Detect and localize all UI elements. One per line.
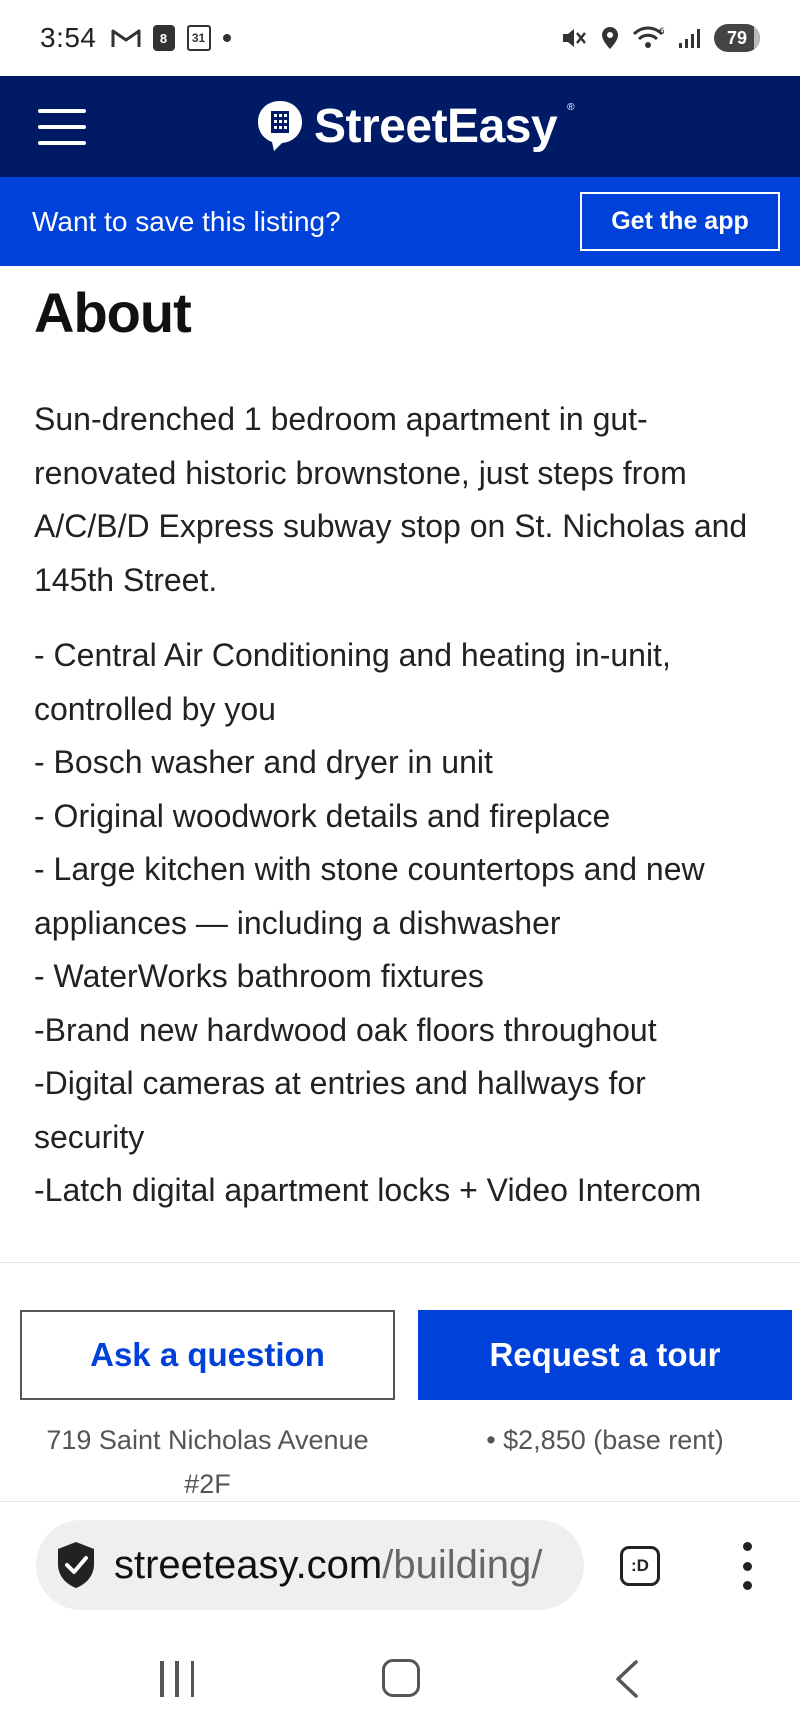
svg-text:6: 6 xyxy=(659,27,665,37)
about-section: About Sun-drenched 1 bedroom apartment i… xyxy=(34,266,764,1218)
unit-number: #2F xyxy=(184,1469,231,1499)
about-heading: About xyxy=(34,281,192,344)
listing-action-bar: Ask a question Request a tour 719 Saint … xyxy=(0,1262,800,1502)
notification-badge-icon: 8 xyxy=(152,25,175,51)
secure-shield-icon xyxy=(58,1542,94,1588)
home-icon[interactable] xyxy=(382,1659,420,1697)
address-bar[interactable]: streeteasy.com/building/ xyxy=(36,1520,584,1610)
listing-address: 719 Saint Nicholas Avenue #2F xyxy=(20,1418,395,1506)
feature-item: -Latch digital apartment locks + Video I… xyxy=(34,1172,702,1208)
save-listing-banner: Want to save this listing? Get the app xyxy=(0,177,800,266)
status-bar: 3:54 8 31 6 79 xyxy=(0,0,800,76)
site-header: StreetEasy ® xyxy=(0,76,800,177)
notification-icons: 8 31 xyxy=(111,25,231,51)
system-icons: 6 79 xyxy=(560,24,760,52)
feature-item: -Digital cameras at entries and hallways… xyxy=(34,1065,646,1155)
about-description: Sun-drenched 1 bedroom apartment in gut-… xyxy=(34,401,748,598)
feature-item: - Original woodwork details and fireplac… xyxy=(34,797,611,834)
feature-item: - Large kitchen with stone countertops a… xyxy=(34,851,705,941)
status-time: 3:54 xyxy=(40,22,97,53)
address-line: 719 Saint Nicholas Avenue xyxy=(46,1425,369,1455)
url-text: streeteasy.com/building/ xyxy=(114,1543,542,1588)
feature-item: -Brand new hardwood oak floors throughou… xyxy=(34,1011,657,1048)
building-bubble-icon xyxy=(258,101,302,151)
listing-price: • $2,850 (base rent) xyxy=(486,1425,724,1455)
system-navigation-bar xyxy=(0,1627,800,1733)
request-a-tour-button[interactable]: Request a tour xyxy=(418,1310,792,1400)
url-domain: streeteasy.com xyxy=(114,1542,383,1587)
feature-item: - WaterWorks bathroom fixtures xyxy=(34,958,484,994)
get-the-app-button[interactable]: Get the app xyxy=(580,192,780,251)
battery-icon: 79 xyxy=(714,24,760,52)
brand-name: StreetEasy xyxy=(314,99,558,153)
calendar-icon: 31 xyxy=(186,25,211,51)
browser-toolbar: streeteasy.com/building/ :D xyxy=(0,1502,800,1627)
wifi-icon: 6 xyxy=(632,25,666,51)
mute-icon xyxy=(560,25,588,51)
signal-strength-icon xyxy=(678,27,702,49)
back-icon[interactable] xyxy=(610,1659,646,1699)
save-listing-text: Want to save this listing? xyxy=(32,205,341,237)
more-options-icon[interactable] xyxy=(735,1542,759,1590)
more-notifications-dot-icon xyxy=(222,34,231,42)
registered-mark: ® xyxy=(567,102,575,113)
feature-list: - Central Air Conditioning and heating i… xyxy=(34,629,764,1218)
url-path: /building/ xyxy=(382,1542,543,1587)
recent-apps-icon[interactable] xyxy=(160,1661,194,1697)
streeteasy-logo[interactable]: StreetEasy ® xyxy=(256,94,575,158)
ask-a-question-button[interactable]: Ask a question xyxy=(20,1310,395,1400)
location-icon xyxy=(600,25,620,51)
feature-item: - Central Air Conditioning and heating i… xyxy=(34,637,671,727)
gmail-icon xyxy=(111,27,141,49)
feature-item: - Bosch washer and dryer in unit xyxy=(34,744,493,780)
menu-icon[interactable] xyxy=(38,109,86,145)
tab-switcher-icon[interactable]: :D xyxy=(620,1546,660,1586)
